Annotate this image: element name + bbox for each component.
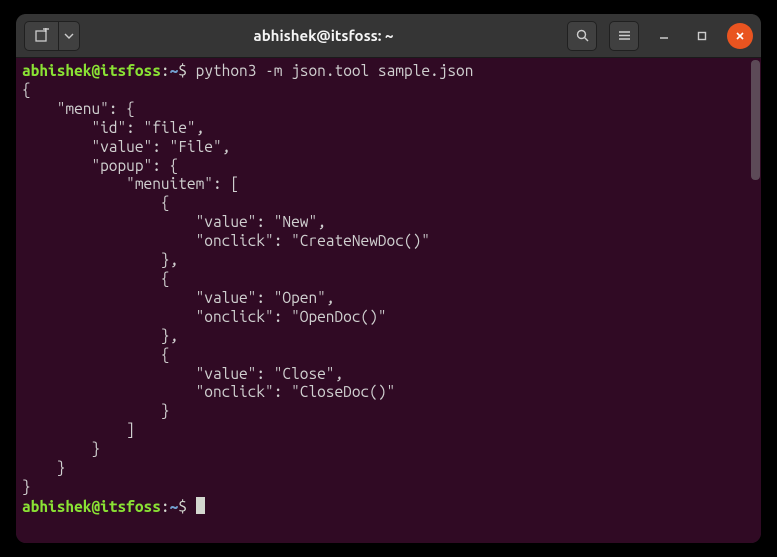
- maximize-icon: [696, 30, 708, 42]
- tab-controls: [24, 21, 80, 51]
- prompt-separator: :: [161, 62, 170, 79]
- tab-dropdown-button[interactable]: [58, 21, 80, 51]
- search-button[interactable]: [567, 21, 597, 51]
- terminal-body[interactable]: abhishek@itsfoss:~$ python3 -m json.tool…: [16, 58, 761, 543]
- prompt-user: abhishek@itsfoss: [22, 498, 161, 515]
- minimize-button[interactable]: [651, 23, 677, 49]
- prompt-symbol: $: [178, 498, 187, 515]
- menu-button[interactable]: [609, 21, 639, 51]
- prompt-separator: :: [161, 498, 170, 515]
- new-tab-button[interactable]: [24, 21, 58, 51]
- chevron-down-icon: [64, 31, 74, 41]
- terminal-content: abhishek@itsfoss:~$ python3 -m json.tool…: [22, 62, 755, 517]
- command-text: python3 -m json.tool sample.json: [196, 62, 474, 79]
- window-controls: [567, 21, 753, 51]
- prompt-path: ~: [170, 62, 179, 79]
- new-tab-icon: [34, 28, 50, 44]
- prompt-symbol: $: [178, 62, 187, 79]
- output: { "menu": { "id": "file", "value": "File…: [22, 81, 430, 495]
- prompt-path: ~: [170, 498, 179, 515]
- titlebar: abhishek@itsfoss: ~: [16, 14, 761, 58]
- terminal-window: abhishek@itsfoss: ~ abhishek@itsfoss:~$ …: [16, 14, 761, 543]
- close-button[interactable]: [727, 23, 753, 49]
- minimize-icon: [658, 30, 670, 42]
- window-title: abhishek@itsfoss: ~: [88, 27, 559, 44]
- search-icon: [575, 28, 590, 43]
- prompt-user: abhishek@itsfoss: [22, 62, 161, 79]
- close-icon: [734, 30, 746, 42]
- cursor: [196, 497, 205, 514]
- hamburger-icon: [617, 28, 632, 43]
- maximize-button[interactable]: [689, 23, 715, 49]
